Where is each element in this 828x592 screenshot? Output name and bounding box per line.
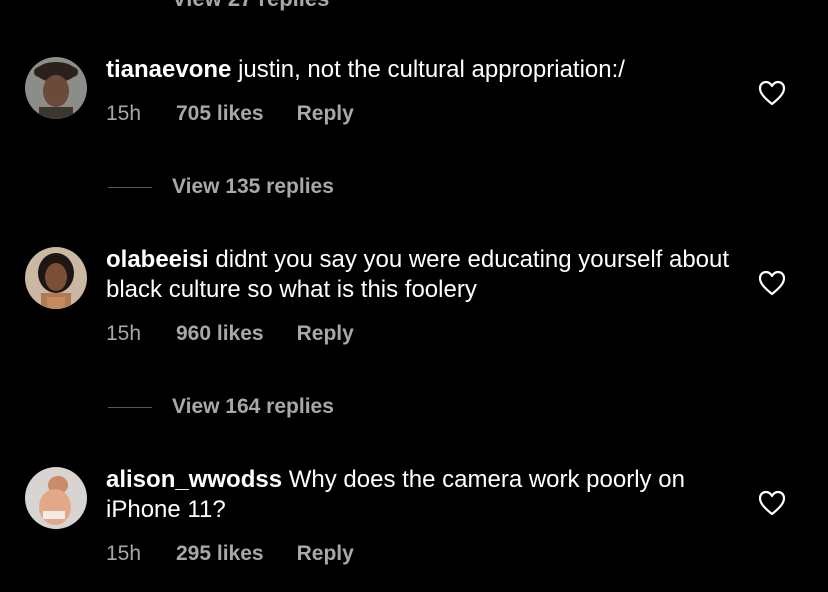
comment-username[interactable]: olabeeisi — [106, 246, 209, 273]
comments-screen: View 27 replies tianaevone justin, not t… — [0, 0, 828, 592]
comment-meta: 15h 960 likes Reply — [106, 322, 354, 346]
reply-button[interactable]: Reply — [297, 102, 354, 126]
replies-divider-line — [108, 406, 152, 408]
comment-likes[interactable]: 960 likes — [176, 322, 264, 346]
comment-meta: 15h 295 likes Reply — [106, 542, 354, 566]
comment-time: 15h — [106, 322, 142, 345]
view-replies-link[interactable]: View 135 replies — [108, 172, 334, 202]
heart-outline-icon[interactable] — [758, 490, 786, 516]
reply-button[interactable]: Reply — [297, 542, 354, 566]
comment-body: tianaevone justin, not the cultural appr… — [106, 55, 736, 85]
comment-text: justin, not the cultural appropriation:/ — [238, 56, 625, 83]
comment-body: olabeeisi didnt you say you were educati… — [106, 245, 736, 305]
comment-time: 15h — [106, 102, 142, 125]
replies-divider-line — [108, 186, 152, 188]
comment-likes[interactable]: 295 likes — [176, 542, 264, 566]
comment-body: alison_wwodss Why does the camera work p… — [106, 465, 736, 525]
comment-username[interactable]: tianaevone — [106, 56, 231, 83]
avatar[interactable] — [25, 467, 87, 529]
comment-meta: 15h 705 likes Reply — [106, 102, 354, 126]
avatar[interactable] — [25, 247, 87, 309]
comment-username[interactable]: alison_wwodss — [106, 466, 282, 493]
view-replies-label: View 135 replies — [172, 175, 334, 198]
avatar[interactable] — [25, 57, 87, 119]
comment-likes[interactable]: 705 likes — [176, 102, 264, 126]
heart-outline-icon[interactable] — [758, 80, 786, 106]
comment-time: 15h — [106, 542, 142, 565]
view-replies-link-clipped[interactable]: View 27 replies — [172, 0, 329, 12]
view-replies-label: View 164 replies — [172, 395, 334, 418]
reply-button[interactable]: Reply — [297, 322, 354, 346]
view-replies-link[interactable]: View 164 replies — [108, 392, 334, 422]
heart-outline-icon[interactable] — [758, 270, 786, 296]
